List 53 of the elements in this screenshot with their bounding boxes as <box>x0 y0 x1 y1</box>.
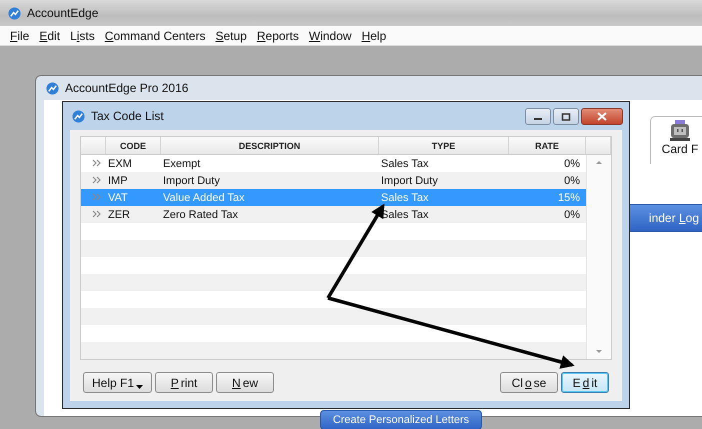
menu-item[interactable]: Reports <box>256 28 299 42</box>
dialog-button[interactable]: Cl o se <box>500 372 558 393</box>
table-cell-text: ZER <box>107 208 131 220</box>
column-header[interactable]: TYPE <box>379 137 509 154</box>
dialog-title: Tax Code List <box>91 109 164 123</box>
table-cell-text: EXM <box>107 158 133 170</box>
app-logo-icon <box>46 82 59 94</box>
table-cell-text: 0% <box>563 208 581 220</box>
dialog-button[interactable]: Help F1 <box>83 372 152 393</box>
table-row[interactable]: IMP Import Duty Import Duty 0% <box>81 172 586 189</box>
menu-item[interactable]: Edit <box>39 28 60 42</box>
close-button[interactable] <box>581 108 623 125</box>
table-cell-text: Value Added Tax <box>162 192 246 204</box>
menu-item[interactable]: Lists <box>70 28 95 42</box>
app-logo-icon <box>72 110 85 122</box>
chevron-icon <box>92 210 101 218</box>
table-cell-text: Sales Tax <box>380 158 430 170</box>
table-cell-text: Sales Tax <box>380 192 430 204</box>
table-cell-text: 15% <box>556 192 581 204</box>
card-file-tab[interactable]: Card F <box>650 116 702 164</box>
card-file-icon <box>669 120 691 142</box>
window-title: AccountEdge <box>27 6 98 20</box>
dialog-button[interactable]: E d it <box>561 372 609 393</box>
menu-item[interactable]: Help <box>362 28 386 42</box>
column-header[interactable]: RATE <box>509 137 586 154</box>
column-header[interactable]: DESCRIPTION <box>161 137 379 154</box>
close-icon <box>597 112 607 121</box>
app-logo-icon <box>8 6 21 20</box>
table-cell-text: Zero Rated Tax <box>162 208 240 220</box>
table-cell-text: 0% <box>563 174 581 186</box>
maximize-icon <box>561 112 571 120</box>
menu-item[interactable]: Command Centers <box>104 28 206 42</box>
chevron-icon <box>92 158 101 166</box>
table-cell-text: Import Duty <box>162 174 221 186</box>
table-cell-text: 0% <box>563 158 581 170</box>
scroll-bar[interactable] <box>586 155 611 359</box>
table-cell-text: Exempt <box>162 158 202 170</box>
dialog-button[interactable]: N ew <box>216 372 274 393</box>
dialog-button[interactable]: P rint <box>155 372 214 393</box>
create-letters-button[interactable]: Create Personalized Letters <box>320 410 482 429</box>
table-cell-text: Import Duty <box>380 174 439 186</box>
window-title: AccountEdge Pro 2016 <box>65 81 188 95</box>
menu-item[interactable]: Setup <box>215 28 247 42</box>
caret-icon <box>136 384 144 388</box>
chevron-icon <box>92 176 101 184</box>
table-cell-text: VAT <box>107 192 129 204</box>
chevron-icon <box>92 192 101 200</box>
minimize-button[interactable] <box>525 108 551 125</box>
menu-item[interactable]: File <box>10 28 30 42</box>
table-cell-text: IMP <box>107 174 129 186</box>
maximize-button[interactable] <box>553 108 579 125</box>
menu-item[interactable]: Window <box>308 28 352 42</box>
column-header[interactable]: CODE <box>106 137 161 154</box>
